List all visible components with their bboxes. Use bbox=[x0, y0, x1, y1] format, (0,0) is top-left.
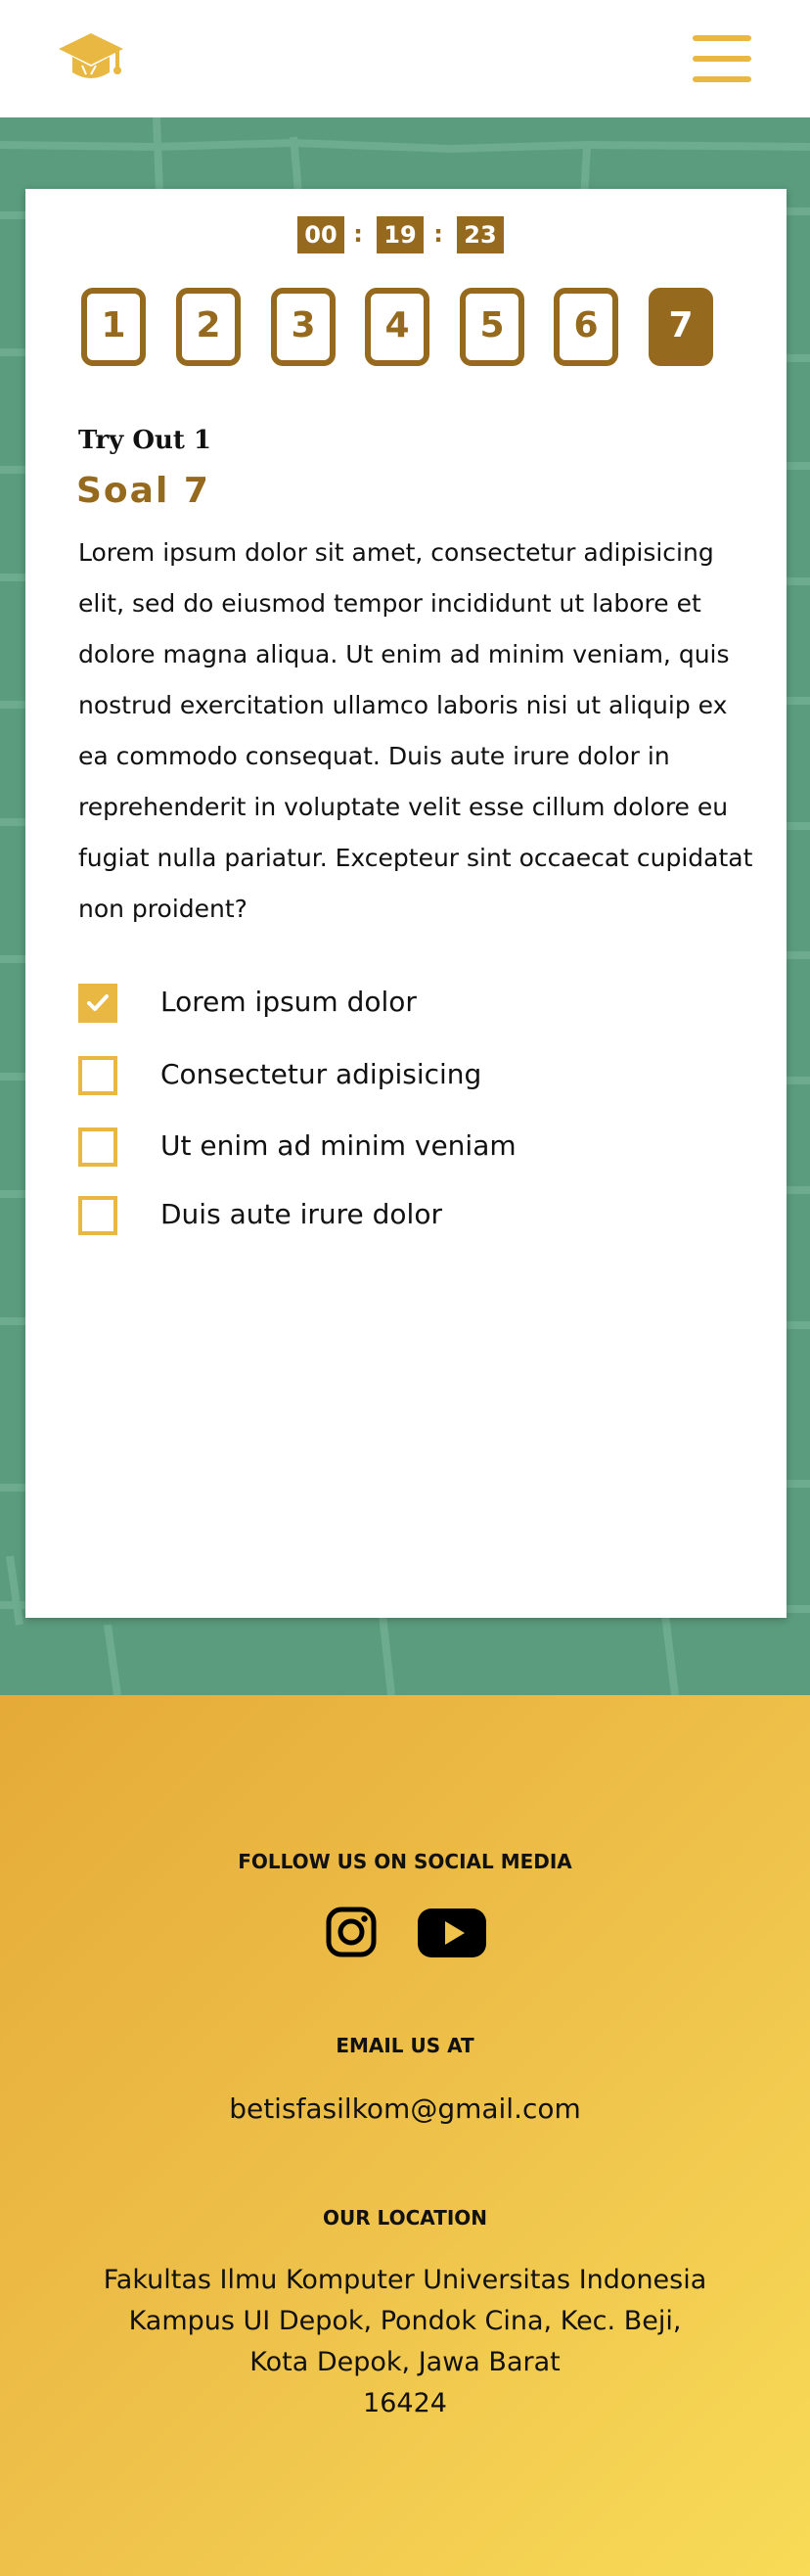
youtube-icon[interactable] bbox=[418, 1909, 486, 1957]
tryout-label: Try Out 1 bbox=[78, 426, 212, 455]
answer-option-label: Duis aute irure dolor bbox=[160, 1198, 442, 1230]
answer-option-label: Lorem ipsum dolor bbox=[160, 986, 417, 1018]
instagram-icon[interactable] bbox=[326, 1907, 377, 1957]
checkbox[interactable] bbox=[78, 1056, 117, 1095]
site-footer: FOLLOW US ON SOCIAL MEDIA EMAIL US AT be… bbox=[0, 1695, 810, 2576]
hamburger-menu-icon[interactable] bbox=[693, 33, 751, 84]
timer-seconds: 23 bbox=[457, 216, 504, 253]
question-nav-2[interactable]: 2 bbox=[176, 288, 241, 366]
timer-minutes: 19 bbox=[377, 216, 424, 253]
location-line: Kota Depok, Jawa Barat bbox=[249, 2347, 561, 2377]
question-nav-7[interactable]: 7 bbox=[649, 288, 713, 366]
timer-separator: : bbox=[433, 220, 443, 248]
social-heading: FOLLOW US ON SOCIAL MEDIA bbox=[238, 1850, 572, 1873]
location-line: Fakultas Ilmu Komputer Universitas Indon… bbox=[103, 2265, 707, 2295]
site-header bbox=[0, 0, 810, 117]
question-title: Soal 7 bbox=[76, 471, 210, 511]
question-nav-4[interactable]: 4 bbox=[365, 288, 429, 366]
checkbox-checked[interactable] bbox=[78, 984, 117, 1023]
question-nav-1[interactable]: 1 bbox=[81, 288, 146, 366]
timer-hours: 00 bbox=[297, 216, 344, 253]
answer-option[interactable]: Duis aute irure dolor bbox=[78, 1196, 753, 1239]
checkbox[interactable] bbox=[78, 1127, 117, 1167]
countdown-timer: 00 : 19 : 23 bbox=[25, 216, 787, 253]
question-text: Lorem ipsum dolor sit amet, consectetur … bbox=[78, 538, 753, 923]
location-heading: OUR LOCATION bbox=[322, 2206, 488, 2230]
email-heading: EMAIL US AT bbox=[336, 2034, 474, 2057]
answer-option-label: Ut enim ad minim veniam bbox=[160, 1129, 517, 1162]
quiz-card: 00 : 19 : 23 1 2 3 4 5 6 7 Try Out 1 Soa… bbox=[25, 189, 787, 1618]
checkbox[interactable] bbox=[78, 1196, 117, 1235]
question-nav-6[interactable]: 6 bbox=[554, 288, 618, 366]
location-line: Kampus UI Depok, Pondok Cina, Kec. Beji, bbox=[128, 2306, 682, 2336]
location-line: 16424 bbox=[363, 2388, 447, 2418]
question-nav-3[interactable]: 3 bbox=[271, 288, 336, 366]
email-link[interactable]: betisfasilkom@gmail.com bbox=[0, 2093, 810, 2125]
answer-option[interactable]: Lorem ipsum dolor bbox=[78, 984, 753, 1027]
timer-separator: : bbox=[353, 220, 363, 248]
graduation-cap-icon[interactable] bbox=[57, 29, 125, 88]
answer-option-label: Consectetur adipisicing bbox=[160, 1058, 482, 1090]
checkmark-icon bbox=[87, 994, 109, 1011]
answer-option[interactable]: Consectetur adipisicing bbox=[78, 1056, 753, 1099]
question-nav-5[interactable]: 5 bbox=[460, 288, 524, 366]
answer-option[interactable]: Ut enim ad minim veniam bbox=[78, 1127, 753, 1171]
